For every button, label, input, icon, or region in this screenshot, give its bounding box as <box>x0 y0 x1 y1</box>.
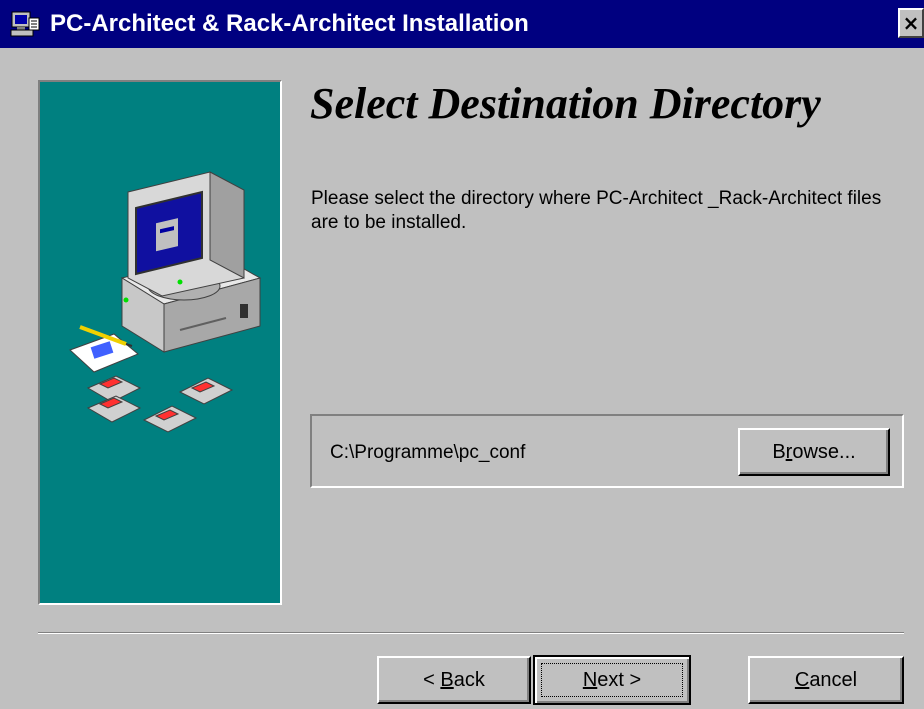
back-button-label: < Back <box>423 668 485 691</box>
instruction-text: Please select the directory where PC-Arc… <box>311 188 882 233</box>
next-button[interactable]: Next > <box>533 655 691 705</box>
cancel-button-label: Cancel <box>794 668 858 691</box>
window-title: PC-Architect & Rack-Architect Installati… <box>50 10 529 37</box>
installer-window: PC-Architect & Rack-Architect Installati… <box>0 0 924 709</box>
browse-button-label: Browse... <box>772 440 856 463</box>
browse-button[interactable]: Browse... <box>738 428 890 476</box>
next-button-label: Next > <box>582 668 642 691</box>
cancel-button[interactable]: Cancel <box>748 656 904 704</box>
computer-with-floppy-disks-illustration <box>69 171 262 433</box>
setup-computer-icon <box>8 7 42 41</box>
title-bar[interactable]: PC-Architect & Rack-Architect Installati… <box>0 0 924 48</box>
footer-divider <box>38 632 904 634</box>
wizard-art-panel <box>38 80 282 605</box>
page-title: Select Destination Directory <box>310 79 821 128</box>
close-icon: × <box>902 11 920 35</box>
back-button[interactable]: < Back <box>377 656 531 704</box>
close-button[interactable]: × <box>898 8 924 38</box>
destination-path: C:\Programme\pc_conf <box>330 442 526 463</box>
